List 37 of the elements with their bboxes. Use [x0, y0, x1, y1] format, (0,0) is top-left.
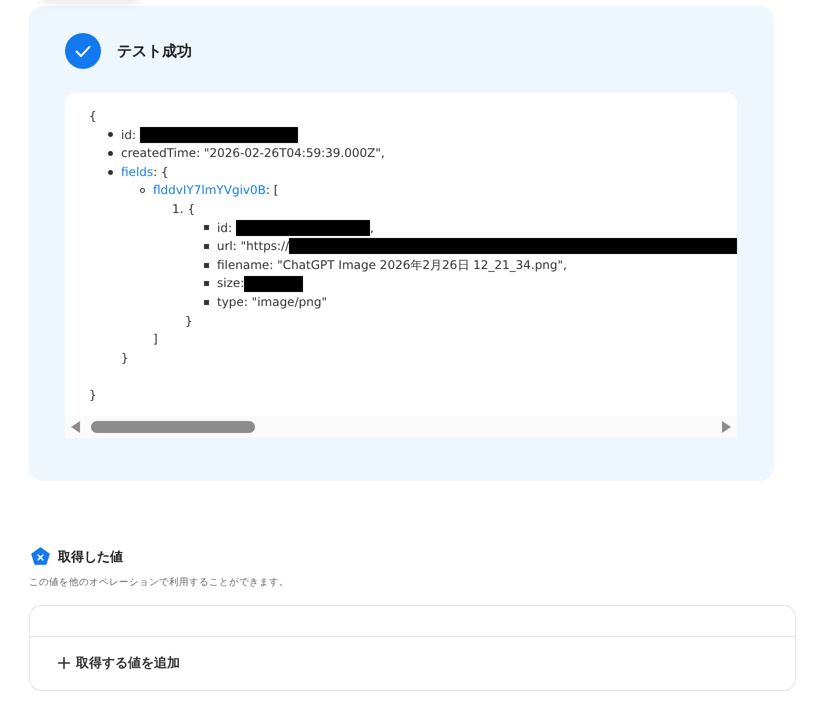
closing-brace: }	[121, 350, 129, 367]
field-key: id	[217, 218, 228, 238]
field-value: :	[228, 220, 232, 237]
field-value: : "ChatGPT Image 2026年2月26日 12_21_34.png",	[269, 256, 567, 274]
field-key: url	[216, 237, 233, 256]
closing-brace: }	[185, 312, 193, 330]
field-value: : "2026-02-26T04:59:39.000Z",	[196, 145, 385, 162]
closing-brace: }	[89, 386, 97, 404]
list-number: 1.	[172, 200, 184, 218]
field-value: : [	[266, 182, 278, 200]
section-title: 取得した値	[58, 548, 123, 566]
field-key: createdTime	[121, 144, 196, 163]
closing-brace: ]	[153, 331, 158, 348]
field-value: : "image/png"	[244, 294, 327, 311]
section-description: この値を他のオペレーションで利用することができます。	[29, 576, 290, 589]
scroll-thumb[interactable]	[91, 421, 255, 433]
horizontal-scrollbar[interactable]	[65, 416, 737, 438]
comma: ,	[370, 220, 374, 237]
field-key: size	[217, 274, 240, 293]
plus-icon	[58, 657, 70, 669]
field-key: id	[121, 126, 132, 144]
field-value: : "https://	[232, 238, 290, 256]
field-link[interactable]: fields	[121, 162, 154, 182]
scroll-left-icon[interactable]	[71, 421, 81, 433]
add-value-button[interactable]: 取得する値を追加	[58, 654, 180, 672]
field-value: : {	[153, 164, 169, 181]
scroll-right-icon[interactable]	[721, 421, 731, 433]
field-link[interactable]: flddvIY7lmYVgiv0B	[153, 181, 266, 200]
field-key: filename	[217, 256, 270, 274]
field-value: :	[240, 275, 244, 292]
variable-icon	[31, 547, 50, 566]
field-value: {	[187, 200, 196, 218]
field-value: :	[132, 126, 136, 144]
field-key: type	[217, 292, 244, 312]
status-title: テスト成功	[117, 42, 192, 60]
opening-brace: {	[89, 108, 97, 125]
check-icon	[65, 33, 101, 69]
